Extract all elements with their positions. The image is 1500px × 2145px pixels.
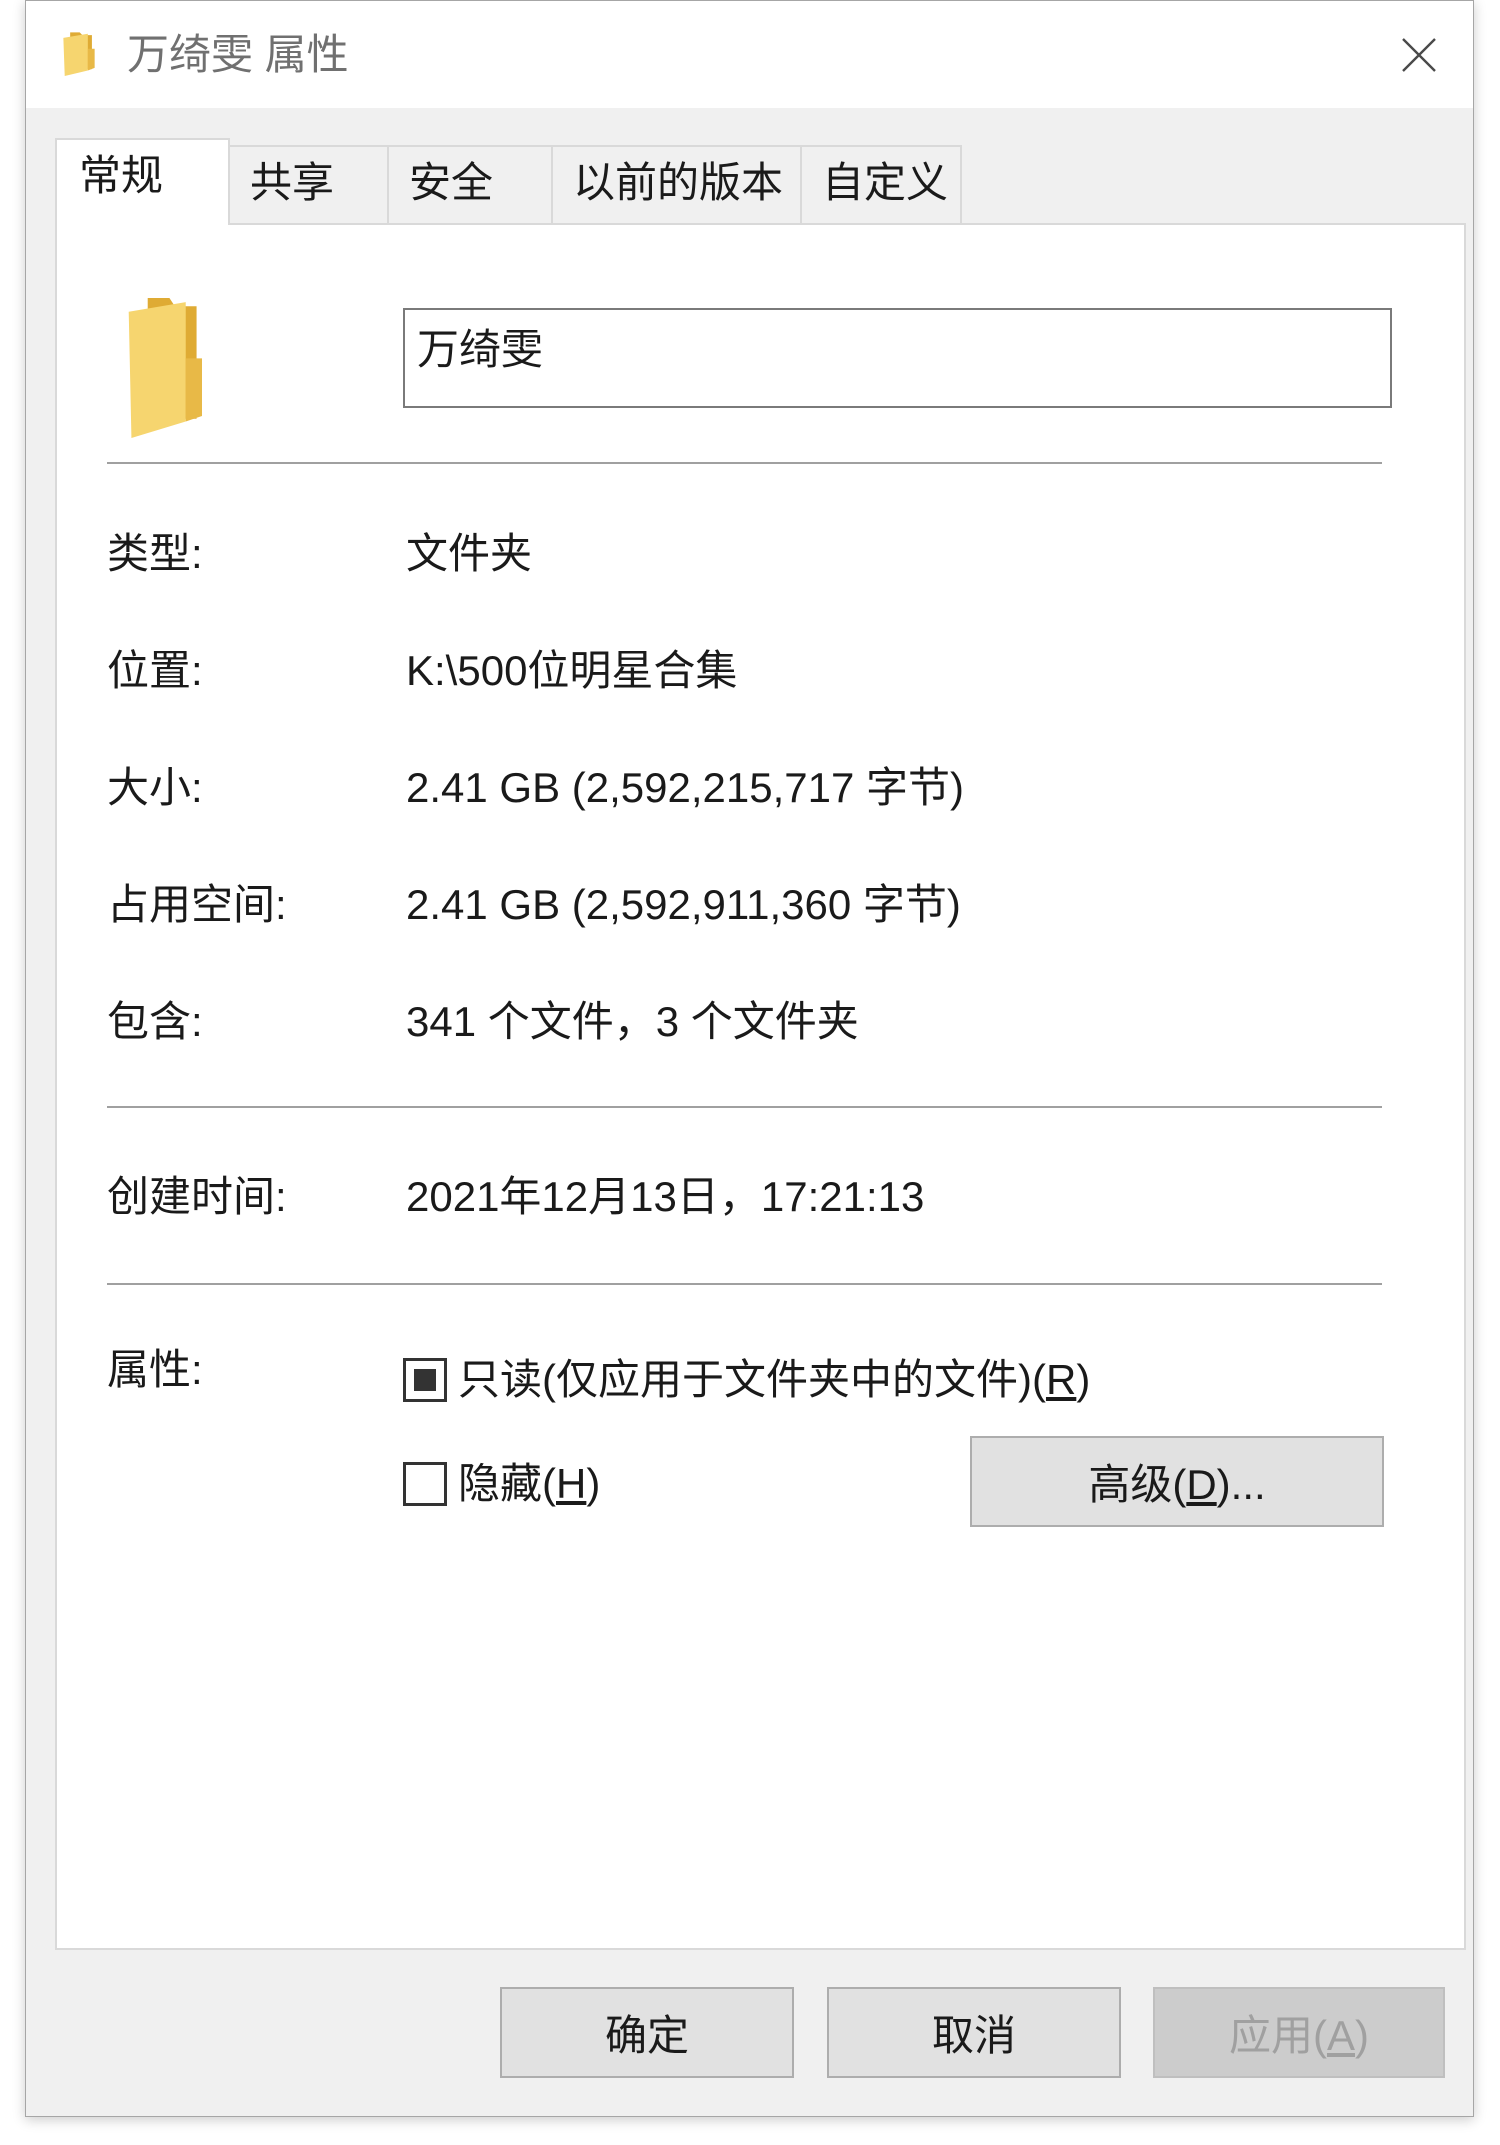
window-title: 万绮雯 属性 (127, 31, 349, 78)
properties-dialog: 万绮雯 属性 常规 共享 安全 以前的版本 自定义 类型: (25, 0, 1474, 2117)
hidden-checkbox-label[interactable]: 隐藏(H) (458, 1459, 600, 1509)
detail-value: K:\500位明星合集 (406, 647, 738, 694)
readonly-checkbox-row[interactable]: 只读(仅应用于文件夹中的文件)(R) (403, 1355, 1090, 1405)
detail-value: 2021年12月13日，17:21:13 (406, 1173, 925, 1220)
hidden-checkbox[interactable] (403, 1462, 447, 1506)
title-bar[interactable]: 万绮雯 属性 (26, 1, 1473, 108)
cancel-button-label: 取消 (931, 2012, 1016, 2059)
detail-label: 位置: (107, 647, 203, 694)
separator (107, 1283, 1382, 1285)
advanced-button[interactable]: 高级(D)... (970, 1436, 1384, 1527)
advanced-button-label: 高级(D)... (1088, 1461, 1266, 1508)
tab-sharing[interactable]: 共享 (228, 145, 389, 223)
folder-icon (62, 31, 96, 76)
tab-security[interactable]: 安全 (387, 145, 553, 223)
detail-label: 创建时间: (107, 1173, 287, 1220)
detail-label: 大小: (107, 764, 203, 811)
close-icon (1400, 36, 1438, 74)
detail-value: 2.41 GB (2,592,911,360 字节) (406, 881, 961, 928)
detail-value: 文件夹 (406, 530, 533, 577)
detail-row-size-on-disk: 占用空间: 2.41 GB (2,592,911,360 字节) (107, 843, 1382, 960)
detail-label: 包含: (107, 998, 203, 1045)
detail-label: 类型: (107, 530, 203, 577)
detail-row-contains: 包含: 341 个文件，3 个文件夹 (107, 960, 1382, 1077)
tab-panel-general: 类型: 文件夹 位置: K:\500位明星合集 大小: 2.41 GB (2,5… (55, 223, 1466, 1950)
tab-strip: 常规 共享 安全 以前的版本 自定义 (55, 138, 965, 225)
cancel-button[interactable]: 取消 (827, 1987, 1121, 2078)
ok-button[interactable]: 确定 (500, 1987, 794, 2078)
hidden-checkbox-row[interactable]: 隐藏(H) (403, 1459, 600, 1509)
apply-button-label: 应用(A) (1228, 2012, 1369, 2059)
separator (107, 1106, 1382, 1108)
detail-label: 占用空间: (107, 881, 287, 928)
readonly-checkbox[interactable] (403, 1358, 447, 1402)
details-list: 类型: 文件夹 位置: K:\500位明星合集 大小: 2.41 GB (2,5… (107, 492, 1382, 1077)
attributes-label: 属性: (107, 1346, 203, 1393)
detail-row-type: 类型: 文件夹 (107, 492, 1382, 609)
detail-row-created: 创建时间: 2021年12月13日，17:21:13 (107, 1135, 1382, 1252)
folder-icon (126, 298, 202, 438)
tab-customize[interactable]: 自定义 (800, 145, 962, 223)
apply-button[interactable]: 应用(A) (1153, 1987, 1445, 2078)
detail-value: 341 个文件，3 个文件夹 (406, 998, 859, 1045)
tab-general[interactable]: 常规 (55, 138, 230, 225)
readonly-checkbox-label[interactable]: 只读(仅应用于文件夹中的文件)(R) (458, 1355, 1090, 1405)
close-button[interactable] (1365, 1, 1473, 108)
indeterminate-mark (414, 1369, 436, 1391)
separator (107, 462, 1382, 464)
detail-row-location: 位置: K:\500位明星合集 (107, 609, 1382, 726)
detail-row-size: 大小: 2.41 GB (2,592,215,717 字节) (107, 726, 1382, 843)
detail-value: 2.41 GB (2,592,215,717 字节) (406, 764, 964, 811)
ok-button-label: 确定 (604, 2012, 689, 2059)
folder-name-input[interactable] (403, 308, 1392, 408)
tab-previous-versions[interactable]: 以前的版本 (551, 145, 802, 223)
